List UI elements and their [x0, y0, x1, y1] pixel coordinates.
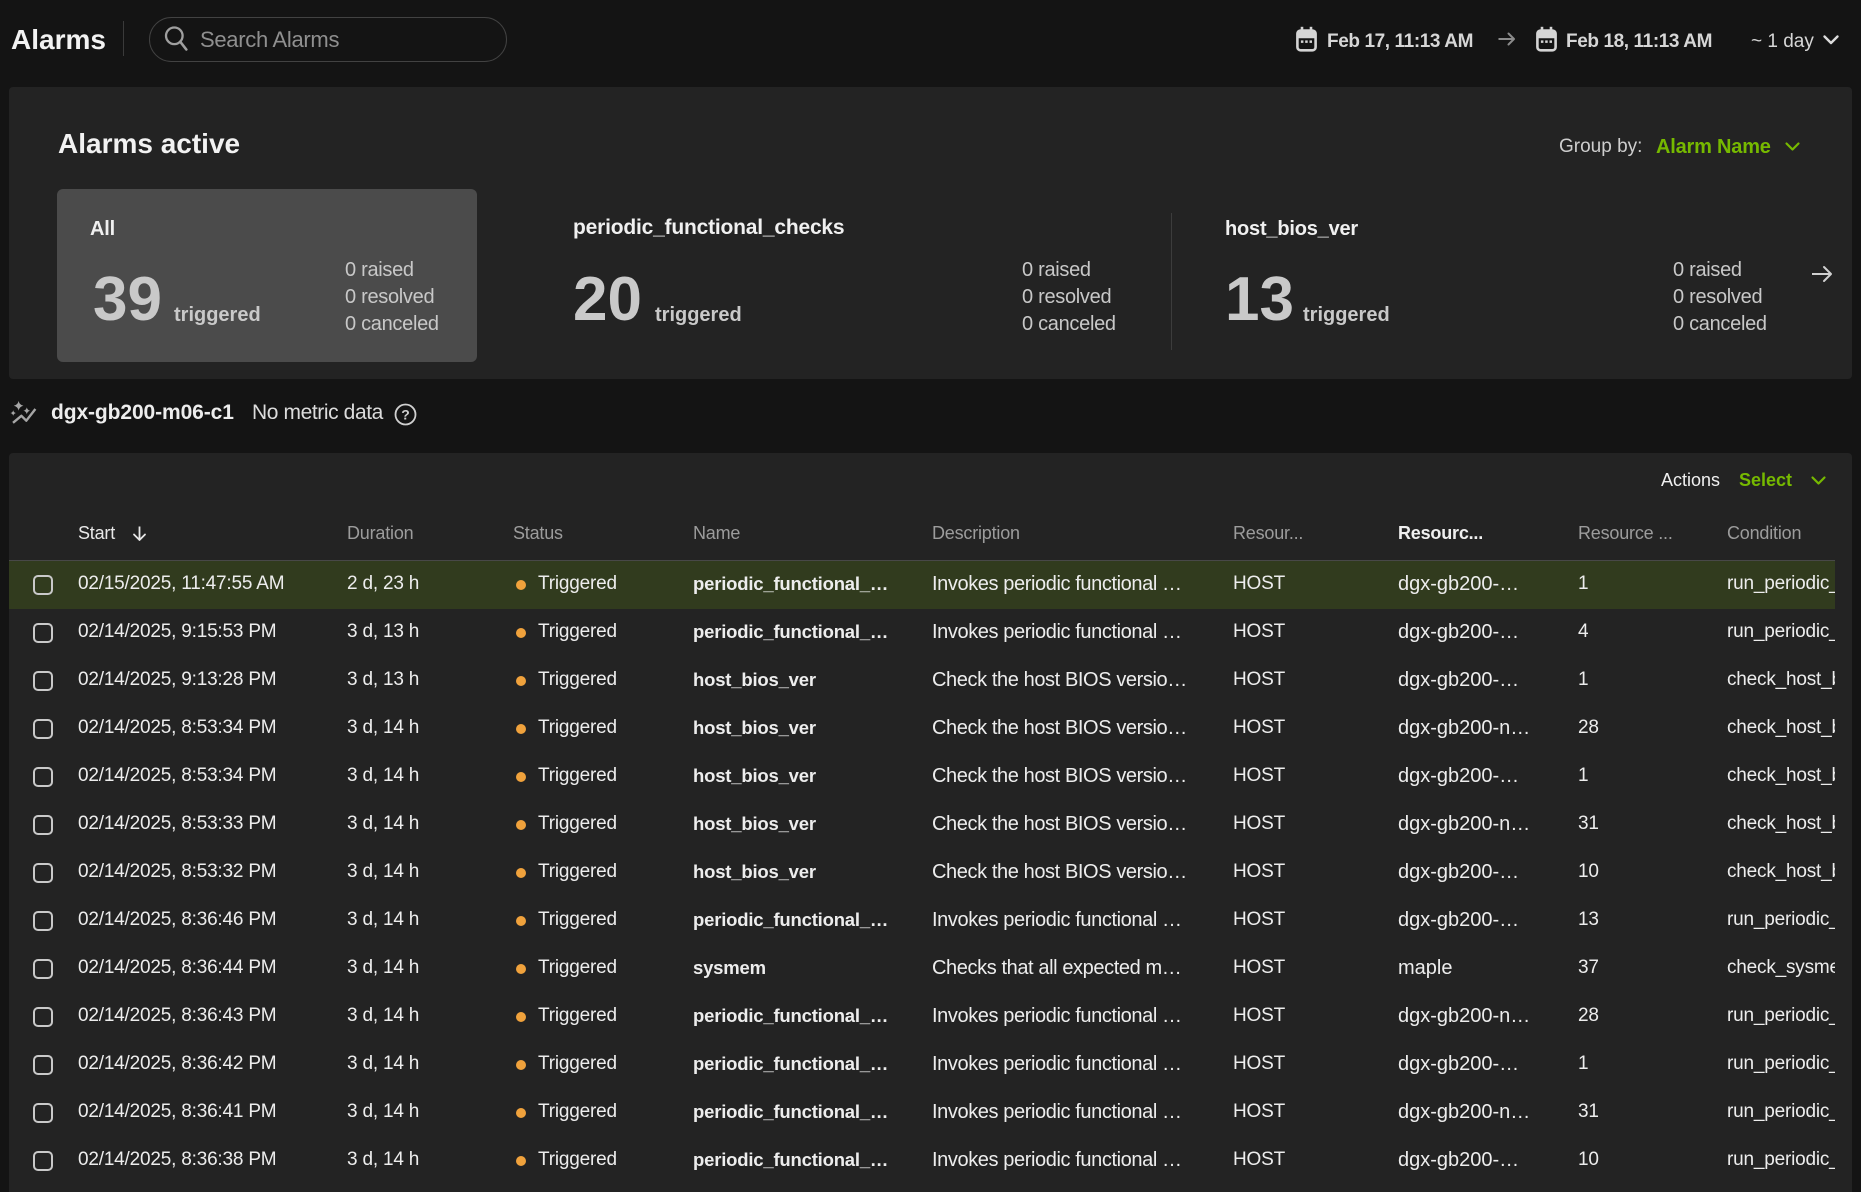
svg-text:?: ? [401, 407, 410, 423]
